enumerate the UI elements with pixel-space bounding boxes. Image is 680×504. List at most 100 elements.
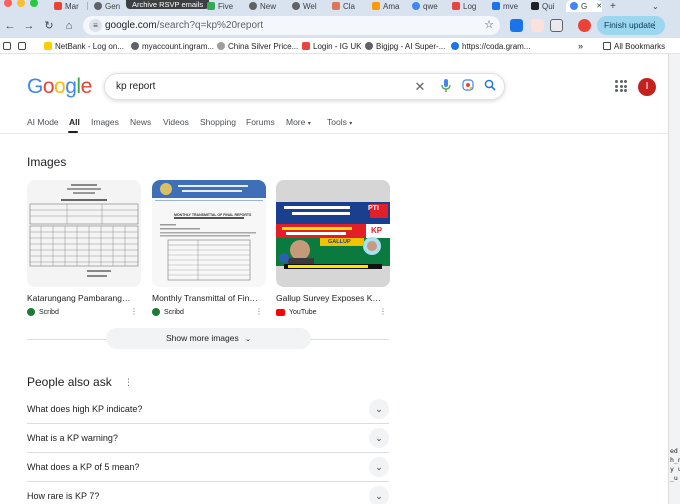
filter-ai-mode[interactable]: AI Mode <box>27 117 59 127</box>
google-icon <box>570 2 578 10</box>
search-icon[interactable] <box>482 79 498 95</box>
image-thumbnail[interactable]: PTI KP GALLUP <box>276 180 390 287</box>
claude-icon <box>332 2 340 10</box>
bookmark-item[interactable]: Bigjpg - AI Super-... <box>365 40 445 52</box>
paa-question[interactable]: What does a KP of 5 mean? ⌄ <box>27 453 389 482</box>
browser-tab[interactable]: Log <box>448 0 486 12</box>
search-input[interactable]: kp report <box>116 81 155 92</box>
filter-more[interactable]: More ▾ <box>286 117 311 127</box>
more-vert-icon[interactable]: ⋮ <box>124 377 133 388</box>
show-more-images-button[interactable]: Show more images ⌄ <box>106 328 311 349</box>
account-avatar[interactable]: I <box>638 78 656 96</box>
ig-icon <box>302 42 310 50</box>
filter-videos[interactable]: Videos <box>163 117 189 127</box>
active-filter-underline <box>68 131 78 133</box>
more-bookmarks-icon[interactable]: » <box>578 40 583 52</box>
new-tab-button[interactable]: + <box>606 0 620 12</box>
address-bar[interactable]: ≡ google.com/search?q=kp%20report ☆ <box>83 16 500 35</box>
image-result-title[interactable]: Monthly Transmittal of Final R... <box>152 293 260 303</box>
browser-tab[interactable]: Cla <box>328 0 366 12</box>
image-result-card[interactable]: Katarungang Pambarangay C... Scribd ⋮ <box>27 180 141 317</box>
browser-tab[interactable]: qwe <box>408 0 446 12</box>
filter-forums[interactable]: Forums <box>246 117 275 127</box>
image-thumbnail[interactable] <box>27 180 141 287</box>
tab-groups-icon[interactable] <box>18 40 26 52</box>
forward-arrow-icon[interactable]: → <box>22 19 36 33</box>
image-result-card[interactable]: MONTHLY TRANSMITTAL OF FINAL REPORTS Mon… <box>152 180 266 317</box>
thumbnail-text: KP <box>371 226 383 235</box>
browser-tab[interactable]: New <box>245 0 285 12</box>
chevron-down-icon[interactable]: ⌄ <box>369 428 389 448</box>
more-vert-icon[interactable]: ⋮ <box>130 307 138 317</box>
browser-tab[interactable]: Wel <box>288 0 326 12</box>
browser-tab[interactable]: mve <box>488 0 526 12</box>
bookmark-item[interactable]: https://coda.gram... <box>451 40 530 52</box>
browser-tab[interactable]: Gen <box>90 0 126 12</box>
tab-search-icon[interactable]: ⌄ <box>648 0 668 12</box>
image-source[interactable]: Scribd ⋮ <box>27 307 141 317</box>
image-thumbnail[interactable]: MONTHLY TRANSMITTAL OF FINAL REPORTS <box>152 180 266 287</box>
bookmark-item[interactable]: NetBank - Log on... <box>44 40 124 52</box>
paa-question[interactable]: What does high KP indicate? ⌄ <box>27 395 389 424</box>
extensions-puzzle-icon[interactable] <box>550 19 563 32</box>
finish-update-button[interactable]: Finish update ⋮ <box>597 16 665 35</box>
browser-tab[interactable]: Qui <box>527 0 565 12</box>
paa-question[interactable]: What is a KP warning? ⌄ <box>27 424 389 453</box>
bookmark-item[interactable]: Login - IG UK <box>302 40 361 52</box>
filter-news[interactable]: News <box>130 117 151 127</box>
google-logo[interactable]: Google <box>27 75 92 99</box>
extension-icon[interactable] <box>510 19 523 32</box>
all-bookmarks-folder[interactable]: All Bookmarks <box>603 40 665 52</box>
image-source[interactable]: Scribd ⋮ <box>152 307 266 317</box>
minimize-window-dot[interactable] <box>17 0 25 7</box>
lens-search-icon[interactable] <box>460 79 476 95</box>
voice-search-icon[interactable] <box>438 79 454 95</box>
bookmark-item[interactable]: China Silver Price... <box>217 40 298 52</box>
thumbnail-text: PTI <box>368 205 379 212</box>
profile-icon[interactable] <box>578 19 591 32</box>
zoom-window-dot[interactable] <box>30 0 38 7</box>
ig-icon <box>452 2 460 10</box>
apps-grid-icon[interactable] <box>3 40 11 52</box>
filter-shopping[interactable]: Shopping <box>200 117 236 127</box>
browser-tab[interactable]: Ama <box>368 0 406 12</box>
bookmark-star-icon[interactable]: ☆ <box>484 18 494 31</box>
more-vert-icon[interactable]: ⋮ <box>255 307 263 317</box>
bookmark-item[interactable]: myaccount.ingram... <box>131 40 214 52</box>
browser-tab-strip: Mar Gen Archive RSVP emails Five New Wel… <box>0 0 680 12</box>
thumbnail-heading: MONTHLY TRANSMITTAL OF FINAL REPORTS <box>174 213 252 217</box>
extension-icon[interactable] <box>531 19 544 32</box>
active-browser-tab[interactable]: G ✕ <box>566 0 602 12</box>
image-source[interactable]: YouTube ⋮ <box>276 307 390 317</box>
bookmarks-bar: NetBank - Log on... myaccount.ingram... … <box>0 38 680 54</box>
chevron-down-icon[interactable]: ⌄ <box>369 399 389 419</box>
adjacent-window-text: ed h_n y u _u <box>670 447 680 482</box>
quiz-icon <box>531 2 539 10</box>
image-result-title[interactable]: Katarungang Pambarangay C... <box>27 293 135 303</box>
browser-tab[interactable]: Five <box>203 0 243 12</box>
more-vert-icon[interactable]: ⋮ <box>379 307 387 317</box>
browser-tab[interactable]: Mar <box>50 0 86 12</box>
google-icon <box>412 2 420 10</box>
close-window-dot[interactable] <box>4 0 12 7</box>
chevron-down-icon[interactable]: ⌄ <box>369 486 389 504</box>
reload-icon[interactable]: ↻ <box>42 19 56 33</box>
filter-all[interactable]: All <box>69 117 80 127</box>
paa-question[interactable]: How rare is KP 7? ⌄ <box>27 482 389 504</box>
close-tab-icon[interactable]: ✕ <box>596 2 602 10</box>
adjacent-window-edge <box>668 54 680 504</box>
site-info-icon[interactable]: ≡ <box>89 19 102 32</box>
filter-tools[interactable]: Tools ▾ <box>327 117 352 127</box>
clear-icon[interactable]: ✕ <box>412 79 428 95</box>
address-url[interactable]: google.com/search?q=kp%20report <box>105 19 263 32</box>
search-box[interactable]: kp report ✕ <box>104 73 505 100</box>
image-result-card[interactable]: PTI KP GALLUP Gallup Survey Exposes KP G… <box>276 180 390 317</box>
chevron-down-icon[interactable]: ⌄ <box>369 457 389 477</box>
home-icon[interactable]: ⌂ <box>62 19 76 33</box>
back-arrow-icon[interactable]: ← <box>3 19 17 33</box>
google-apps-icon[interactable] <box>615 80 627 92</box>
filter-images[interactable]: Images <box>91 117 119 127</box>
fiverr-icon <box>207 2 215 10</box>
image-result-title[interactable]: Gallup Survey Exposes KP G... <box>276 293 384 303</box>
globe-icon <box>292 2 300 10</box>
